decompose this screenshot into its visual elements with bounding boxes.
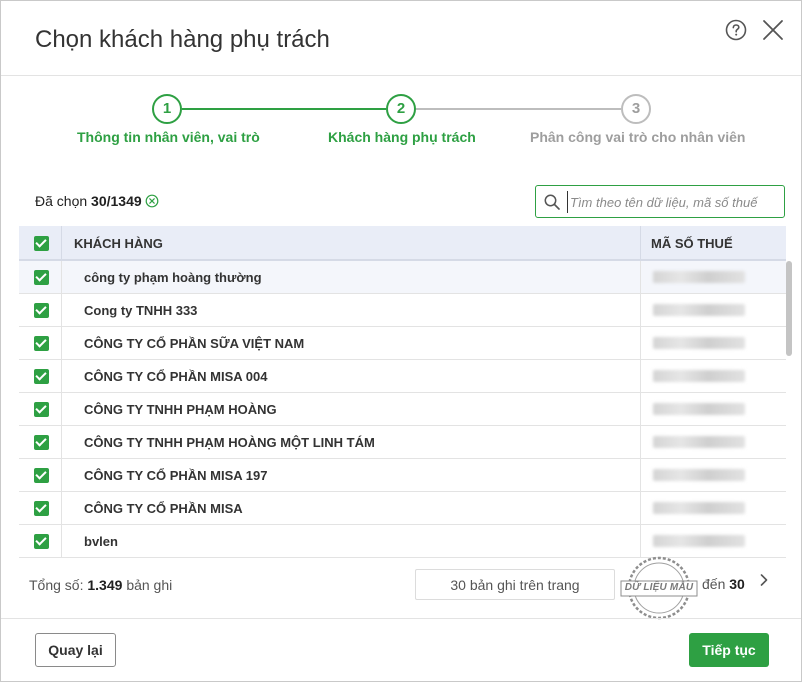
table-row[interactable]: CÔNG TY CỔ PHẦN SỮA VIỆT NAM xyxy=(19,327,786,360)
row-checkbox-cell xyxy=(19,492,62,525)
table-header: KHÁCH HÀNG MÃ SỐ THUẾ xyxy=(19,226,786,261)
search-icon xyxy=(544,194,560,210)
dialog: Chọn khách hàng phụ trách 1 2 3 Thông ti… xyxy=(0,0,802,682)
step-connector-1 xyxy=(182,108,386,110)
table-scrollbar[interactable] xyxy=(786,261,792,356)
page-size-select[interactable]: 30 bản ghi trên trang xyxy=(415,569,615,600)
customer-name: CÔNG TY TNHH PHẠM HOÀNG MỘT LINH TÁM xyxy=(84,435,375,450)
customer-name: công ty phạm hoàng thường xyxy=(84,270,262,285)
table-row[interactable]: CÔNG TY TNHH PHẠM HOÀNG xyxy=(19,393,786,426)
search-box[interactable] xyxy=(535,185,785,218)
tax-code-cell xyxy=(640,426,786,459)
row-checkbox[interactable] xyxy=(34,303,49,318)
selected-prefix: Đã chọn xyxy=(35,193,88,209)
row-checkbox-cell xyxy=(19,459,62,492)
row-checkbox-cell xyxy=(19,327,62,360)
tax-code-redacted xyxy=(653,370,745,382)
dialog-header: Chọn khách hàng phụ trách xyxy=(1,1,801,76)
customer-name: CÔNG TY CỔ PHẦN MISA 004 xyxy=(84,369,268,384)
total-suffix: bản ghi xyxy=(126,577,173,593)
tax-code-cell xyxy=(640,327,786,360)
table-row[interactable]: CÔNG TY TNHH PHẠM HOÀNG MỘT LINH TÁM xyxy=(19,426,786,459)
row-checkbox[interactable] xyxy=(34,501,49,516)
column-header-tax-code[interactable]: MÃ SỐ THUẾ xyxy=(640,226,786,261)
row-checkbox-cell xyxy=(19,393,62,426)
column-header-customer[interactable]: KHÁCH HÀNG xyxy=(74,226,163,261)
question-circle-icon[interactable] xyxy=(725,19,747,41)
range-prefix: đến xyxy=(702,576,726,592)
customer-table: KHÁCH HÀNG MÃ SỐ THUẾ công ty phạm hoàng… xyxy=(19,226,786,558)
customer-name: Cong ty TNHH 333 xyxy=(84,303,198,318)
step-2-circle: 2 xyxy=(386,94,416,124)
row-checkbox-cell xyxy=(19,360,62,393)
customer-name: CÔNG TY TNHH PHẠM HOÀNG xyxy=(84,402,277,417)
row-checkbox[interactable] xyxy=(34,534,49,549)
row-checkbox-cell xyxy=(19,525,62,558)
row-checkbox-cell xyxy=(19,426,62,459)
total-records: Tổng số: 1.349 bản ghi xyxy=(29,577,172,593)
table-row[interactable]: CÔNG TY CỔ PHẦN MISA 004 xyxy=(19,360,786,393)
dialog-footer xyxy=(1,618,801,682)
row-checkbox-cell xyxy=(19,261,62,294)
step-2-label: Khách hàng phụ trách xyxy=(328,129,476,145)
tax-code-redacted xyxy=(653,304,745,316)
tax-code-redacted xyxy=(653,502,745,514)
row-checkbox[interactable] xyxy=(34,336,49,351)
selected-count: Đã chọn 30/1349 xyxy=(35,193,142,209)
row-checkbox[interactable] xyxy=(34,435,49,450)
tax-code-cell xyxy=(640,459,786,492)
back-button[interactable]: Quay lại xyxy=(35,633,116,667)
table-row[interactable]: CÔNG TY CỔ PHẦN MISA xyxy=(19,492,786,525)
tax-code-redacted xyxy=(653,436,745,448)
tax-code-cell xyxy=(640,525,786,558)
tax-code-cell xyxy=(640,294,786,327)
step-3-circle: 3 xyxy=(621,94,651,124)
customer-name: CÔNG TY CỔ PHẦN MISA 197 xyxy=(84,468,268,483)
table-row[interactable]: Cong ty TNHH 333 xyxy=(19,294,786,327)
tax-code-redacted xyxy=(653,469,745,481)
table-row[interactable]: bvlen xyxy=(19,525,786,558)
tax-code-cell xyxy=(640,393,786,426)
stamp-text: DỮ LIỆU MẪU xyxy=(624,582,694,593)
search-input[interactable] xyxy=(567,191,777,213)
step-connector-2 xyxy=(416,108,621,110)
tax-code-cell xyxy=(640,492,786,525)
row-checkbox[interactable] xyxy=(34,402,49,417)
page-range: đến 30 xyxy=(702,576,745,592)
row-checkbox[interactable] xyxy=(34,270,49,285)
tax-code-redacted xyxy=(653,535,745,547)
select-all-cell xyxy=(19,226,62,261)
table-body: công ty phạm hoàng thường Cong ty TNHH 3… xyxy=(19,261,786,558)
row-checkbox[interactable] xyxy=(34,369,49,384)
select-all-checkbox[interactable] xyxy=(34,236,49,251)
selected-value: 30/1349 xyxy=(91,193,142,209)
table-row[interactable]: CÔNG TY CỔ PHẦN MISA 197 xyxy=(19,459,786,492)
customer-name: bvlen xyxy=(84,534,118,549)
clear-selection-icon[interactable] xyxy=(145,194,159,208)
tax-code-redacted xyxy=(653,271,745,283)
customer-name: CÔNG TY CỔ PHẦN SỮA VIỆT NAM xyxy=(84,336,305,351)
total-count: 1.349 xyxy=(87,577,123,593)
close-icon[interactable] xyxy=(762,19,784,41)
tax-code-redacted xyxy=(653,403,745,415)
chevron-right-icon[interactable] xyxy=(758,573,770,587)
tax-code-redacted xyxy=(653,337,745,349)
customer-name: CÔNG TY CỔ PHẦN MISA xyxy=(84,501,243,516)
table-row[interactable]: công ty phạm hoàng thường xyxy=(19,261,786,294)
row-checkbox-cell xyxy=(19,294,62,327)
total-prefix: Tổng số: xyxy=(29,577,84,593)
row-checkbox[interactable] xyxy=(34,468,49,483)
dialog-title: Chọn khách hàng phụ trách xyxy=(35,26,330,53)
step-1-circle: 1 xyxy=(152,94,182,124)
step-1-label: Thông tin nhân viên, vai trò xyxy=(77,129,260,145)
tax-code-cell xyxy=(640,360,786,393)
continue-button[interactable]: Tiếp tục xyxy=(689,633,769,667)
tax-code-cell xyxy=(640,261,786,294)
range-end: 30 xyxy=(729,576,745,592)
step-3-label: Phân công vai trò cho nhân viên xyxy=(530,129,746,145)
